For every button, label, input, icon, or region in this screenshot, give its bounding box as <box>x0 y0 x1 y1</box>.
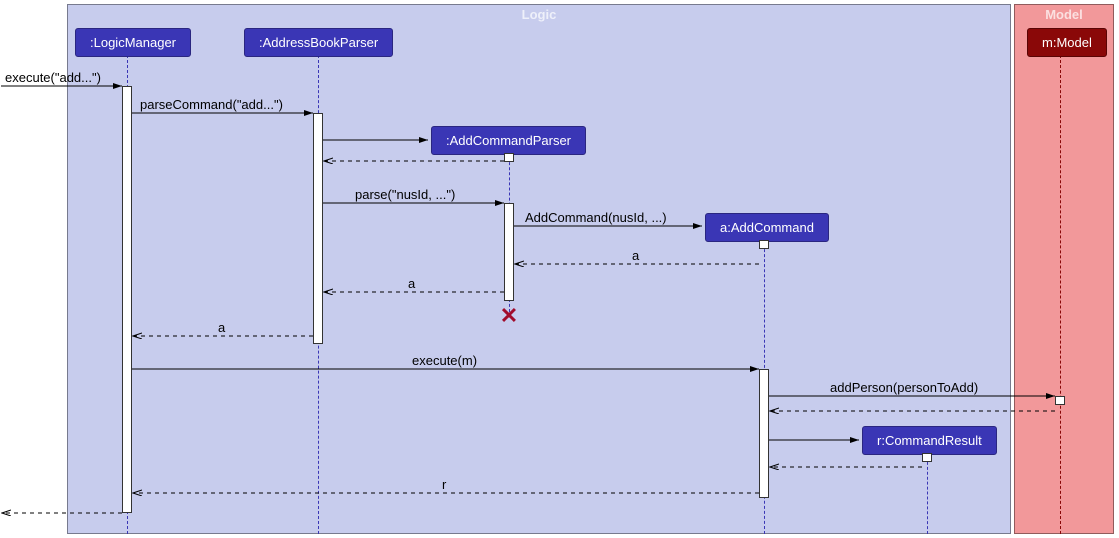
activation-addcommandparser-1 <box>504 153 514 162</box>
frame-model: Model <box>1014 4 1114 534</box>
label-return-a-3: a <box>218 320 225 335</box>
label-addcommand-ctor: AddCommand(nusId, ...) <box>525 210 667 225</box>
activation-addcommandparser-2 <box>504 203 514 301</box>
label-execute-m: execute(m) <box>412 353 477 368</box>
label-addperson: addPerson(personToAdd) <box>830 380 978 395</box>
frame-logic-label: Logic <box>522 5 557 24</box>
label-parsecommand: parseCommand("add...") <box>140 97 283 112</box>
participant-logicmanager: :LogicManager <box>75 28 191 57</box>
label-return-a-1: a <box>632 248 639 263</box>
participant-addcommand: a:AddCommand <box>705 213 829 242</box>
activation-commandresult <box>922 453 932 462</box>
lifeline-commandresult <box>927 452 928 534</box>
participant-addcommandparser: :AddCommandParser <box>431 126 586 155</box>
participant-model: m:Model <box>1027 28 1107 57</box>
label-parse: parse("nusId, ...") <box>355 187 455 202</box>
activation-addressbookparser <box>313 113 323 344</box>
label-return-a-2: a <box>408 276 415 291</box>
sequence-diagram: Logic Model :LogicManager :AddressBookPa… <box>0 0 1119 538</box>
activation-model <box>1055 396 1065 405</box>
lifeline-model <box>1060 55 1061 534</box>
frame-model-label: Model <box>1045 5 1083 24</box>
label-return-r: r <box>442 477 446 492</box>
activation-logicmanager <box>122 86 132 513</box>
participant-commandresult: r:CommandResult <box>862 426 997 455</box>
destroy-addcommandparser-icon: ✕ <box>500 303 518 329</box>
activation-addcommand-2 <box>759 369 769 498</box>
label-execute-add: execute("add...") <box>5 70 101 85</box>
participant-addressbookparser: :AddressBookParser <box>244 28 393 57</box>
activation-addcommand-1 <box>759 240 769 249</box>
